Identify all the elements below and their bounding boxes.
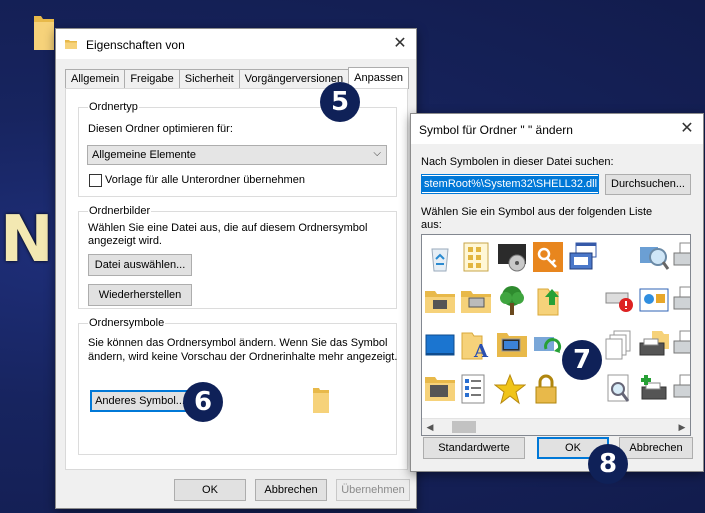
close-icon[interactable]: ✕ bbox=[679, 120, 695, 136]
ordnersymbole-desc-2: ändern, wird keine Vorschau der Ordnerin… bbox=[88, 351, 398, 363]
folder-preview-icon bbox=[313, 388, 329, 413]
tab-freigabe[interactable]: Freigabe bbox=[124, 69, 180, 88]
checklist-icon[interactable] bbox=[458, 373, 490, 405]
sync-icon[interactable] bbox=[532, 329, 564, 361]
subfolder-template-checkbox[interactable] bbox=[89, 174, 102, 187]
scroll-left-icon[interactable]: ◀ bbox=[422, 419, 438, 435]
document-grid-icon[interactable] bbox=[460, 241, 492, 273]
icon-list[interactable]: A ◀ ▶ bbox=[421, 234, 691, 436]
dialog-cancel-button[interactable]: Abbrechen bbox=[619, 437, 693, 459]
optimize-dropdown[interactable]: Allgemeine Elemente ⌵ bbox=[87, 145, 387, 165]
step-badge-8: 8 bbox=[588, 444, 628, 484]
file-path-input[interactable]: stemRoot%\System32\SHELL32.dll bbox=[421, 174, 599, 194]
tab-strip: Allgemein Freigabe Sicherheit Vorgängerv… bbox=[65, 67, 410, 89]
dialog-title: Symbol für Ordner " " ändern bbox=[419, 123, 573, 137]
properties-title: Eigenschaften von bbox=[86, 38, 185, 52]
media-player-icon[interactable] bbox=[496, 241, 528, 273]
restore-button[interactable]: Wiederherstellen bbox=[88, 284, 192, 306]
tree-icon[interactable] bbox=[496, 285, 528, 317]
tab-allgemein[interactable]: Allgemein bbox=[65, 69, 126, 88]
chevron-down-icon: ⌵ bbox=[373, 148, 381, 159]
change-icon-button[interactable]: Anderes Symbol... bbox=[90, 390, 190, 412]
desktop-background-letter: N bbox=[0, 203, 54, 277]
desktop-blue-icon[interactable] bbox=[424, 329, 456, 361]
ordnertyp-legend: Ordnertyp bbox=[88, 101, 139, 113]
svg-text:A: A bbox=[473, 341, 489, 361]
folder-checklist-icon[interactable] bbox=[424, 373, 456, 405]
ordnerbilder-group: Ordnerbilder Wählen Sie eine Datei aus, … bbox=[78, 205, 397, 309]
recycle-bin-icon[interactable] bbox=[424, 243, 456, 275]
scroll-thumb[interactable] bbox=[452, 421, 476, 433]
step-badge-7: 7 bbox=[562, 340, 602, 380]
ordnersymbole-group: Ordnersymbole Sie können das Ordnersymbo… bbox=[78, 317, 398, 455]
ordnertyp-group: Ordnertyp Diesen Ordner optimieren für: … bbox=[78, 101, 397, 197]
star-icon[interactable] bbox=[494, 373, 526, 405]
ordnerbilder-legend: Ordnerbilder bbox=[88, 205, 152, 217]
add-printer-icon[interactable] bbox=[638, 373, 670, 405]
folder-printer-icon[interactable] bbox=[460, 285, 492, 317]
list-label-2: aus: bbox=[421, 219, 442, 231]
file-path-text: stemRoot%\System32\SHELL32.dll bbox=[422, 176, 598, 192]
printer-icon[interactable] bbox=[672, 285, 691, 317]
step-badge-5: 5 bbox=[320, 82, 360, 122]
list-label-1: Wählen Sie ein Symbol aus der folgenden … bbox=[421, 206, 653, 218]
defaults-button[interactable]: Standardwerte bbox=[423, 437, 525, 459]
folder-computer-icon[interactable] bbox=[496, 329, 528, 361]
close-icon[interactable]: ✕ bbox=[392, 35, 408, 51]
printer-folder-icon[interactable] bbox=[638, 329, 670, 361]
ordnerbilder-desc-1: Wählen Sie eine Datei aus, die auf diese… bbox=[88, 222, 368, 234]
key-icon[interactable] bbox=[532, 241, 564, 273]
folder-up-arrow-icon[interactable] bbox=[532, 285, 564, 317]
horizontal-scrollbar[interactable]: ◀ ▶ bbox=[422, 418, 690, 435]
ordnersymbole-legend: Ordnersymbole bbox=[88, 317, 166, 329]
search-label: Nach Symbolen in dieser Datei suchen: bbox=[421, 156, 614, 168]
document-magnifier-icon[interactable] bbox=[604, 373, 636, 405]
lock-icon[interactable] bbox=[530, 373, 562, 405]
tab-sicherheit[interactable]: Sicherheit bbox=[178, 69, 240, 88]
properties-titlebar[interactable]: Eigenschaften von ✕ bbox=[56, 29, 416, 59]
printer-icon[interactable] bbox=[672, 241, 691, 273]
tab-anpassen[interactable]: Anpassen bbox=[348, 67, 410, 89]
change-icon-dialog: Symbol für Ordner " " ändern ✕ Nach Symb… bbox=[410, 113, 704, 472]
printer-icon[interactable] bbox=[672, 329, 691, 361]
program-window-icon[interactable] bbox=[568, 241, 600, 273]
search-magnifier-icon[interactable] bbox=[638, 241, 670, 273]
ordnerbilder-desc-2: angezeigt wird. bbox=[88, 235, 162, 247]
browse-button[interactable]: Durchsuchen... bbox=[605, 174, 691, 195]
printer-icon[interactable] bbox=[672, 373, 691, 405]
properties-window: Eigenschaften von ✕ Allgemein Freigabe S… bbox=[55, 28, 417, 509]
cancel-button[interactable]: Abbrechen bbox=[255, 479, 327, 501]
anpassen-panel: Ordnertyp Diesen Ordner optimieren für: … bbox=[65, 88, 408, 470]
scroll-right-icon[interactable]: ▶ bbox=[674, 419, 690, 435]
ok-button[interactable]: OK bbox=[174, 479, 246, 501]
step-badge-6: 6 bbox=[183, 382, 223, 422]
ordnersymbole-desc-1: Sie können das Ordnersymbol ändern. Wenn… bbox=[88, 337, 388, 349]
documents-stack-icon[interactable] bbox=[604, 329, 636, 361]
optimize-value: Allgemeine Elemente bbox=[92, 149, 196, 161]
folder-icon bbox=[65, 40, 77, 49]
checkbox-label: Vorlage für alle Unterordner übernehmen bbox=[105, 174, 305, 186]
optimize-label: Diesen Ordner optimieren für: bbox=[88, 123, 233, 135]
network-error-icon[interactable] bbox=[604, 285, 636, 317]
folder-font-icon[interactable]: A bbox=[460, 329, 492, 361]
folder-network-icon[interactable] bbox=[424, 285, 456, 317]
control-panel-icon[interactable] bbox=[638, 285, 670, 317]
apply-button[interactable]: Übernehmen bbox=[336, 479, 410, 501]
dialog-titlebar[interactable]: Symbol für Ordner " " ändern ✕ bbox=[411, 114, 703, 144]
desktop-folder-icon[interactable] bbox=[32, 12, 56, 52]
choose-file-button[interactable]: Datei auswählen... bbox=[88, 254, 192, 276]
